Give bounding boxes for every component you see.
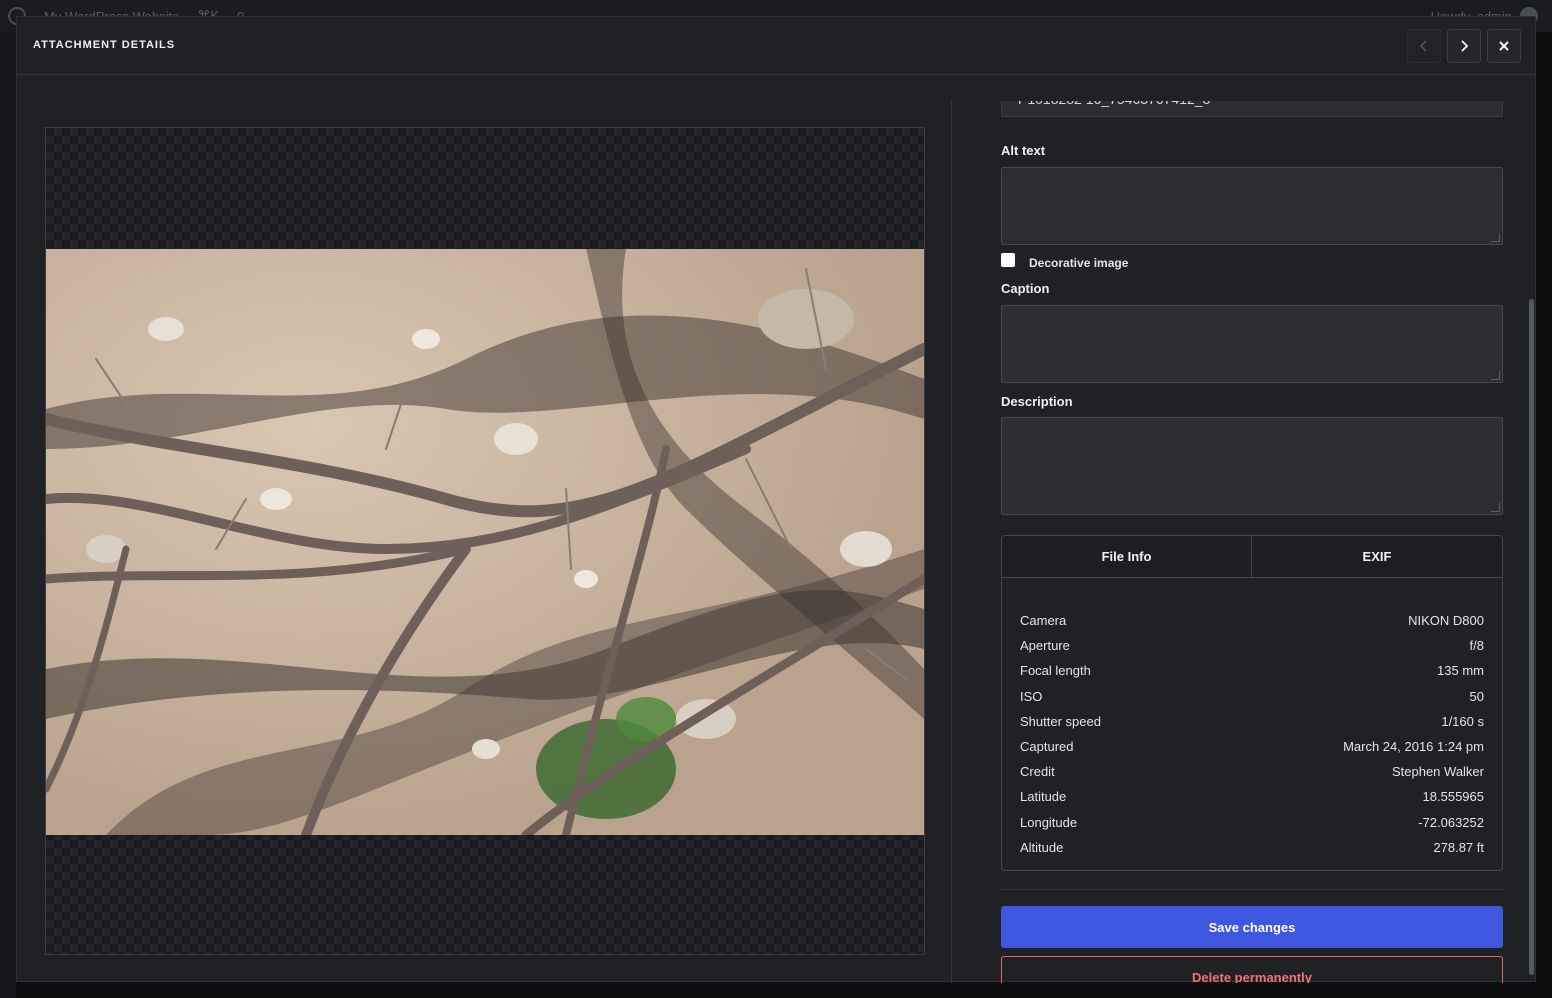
description-field[interactable] (1001, 417, 1503, 515)
previous-button[interactable] (1407, 29, 1441, 63)
resize-handle-icon[interactable] (1491, 503, 1500, 512)
exif-row-credit: Credit Stephen Walker (1020, 759, 1484, 784)
attachment-settings-panel: P1018282 16_75463767412_o Alt text Decor… (1001, 101, 1503, 983)
exif-label: Focal length (1020, 663, 1091, 679)
save-changes-button[interactable]: Save changes (1001, 906, 1503, 948)
exif-value: March 24, 2016 1:24 pm (1343, 739, 1484, 755)
exif-value: 50 (1469, 688, 1484, 704)
modal-header: ATTACHMENT DETAILS (17, 17, 1535, 75)
description-label: Description (1001, 394, 1073, 409)
next-button[interactable] (1447, 29, 1481, 63)
resize-handle-icon[interactable] (1491, 233, 1500, 242)
image-preview (45, 127, 925, 955)
alt-text-label: Alt text (1001, 143, 1046, 158)
exif-label: Altitude (1020, 839, 1064, 855)
close-icon (1499, 41, 1509, 51)
decorative-image-checkbox[interactable] (1001, 253, 1015, 267)
exif-label: Credit (1020, 764, 1055, 780)
chevron-right-icon (1461, 40, 1469, 52)
exif-value: 135 mm (1437, 663, 1484, 679)
exif-row-shutter-speed: Shutter speed 1/160 s (1020, 709, 1484, 734)
exif-label: Captured (1020, 739, 1074, 755)
attachment-details-modal: ATTACHMENT DETAILS Alt text Decorative i… (16, 16, 1536, 983)
tab-exif[interactable]: EXIF (1252, 536, 1502, 578)
exif-label: Shutter speed (1020, 713, 1101, 729)
exif-value: 1/160 s (1441, 713, 1484, 729)
caption-label: Caption (1001, 281, 1050, 296)
resize-handle-icon[interactable] (1491, 371, 1500, 380)
exif-list: Camera NIKON D800 Aperture f/8 Focal lengt… (1020, 608, 1484, 860)
exif-row-focal-length: Focal length 135 mm (1020, 658, 1484, 683)
exif-row-altitude: Altitude 278.87 ft (1020, 835, 1484, 860)
decorative-image-label: Decorative image (1029, 256, 1129, 270)
exif-value: f/8 (1469, 638, 1484, 654)
admin-sidebar (0, 32, 16, 998)
panel-scrollbar[interactable] (1529, 299, 1534, 975)
exif-row-longitude: Longitude -72.063252 (1020, 810, 1484, 835)
delete-permanently-button[interactable]: Delete permanently (1001, 956, 1503, 983)
exif-row-captured: Captured March 24, 2016 1:24 pm (1020, 734, 1484, 759)
exif-value: NIKON D800 (1408, 613, 1484, 629)
exif-value: Stephen Walker (1391, 764, 1484, 780)
exif-row-iso: ISO 50 (1020, 684, 1484, 709)
alt-text-field[interactable] (1001, 167, 1503, 245)
exif-label: Camera (1020, 613, 1067, 629)
panel-divider (951, 101, 952, 983)
exif-row-aperture: Aperture f/8 (1020, 633, 1484, 658)
actions-divider (1001, 889, 1503, 890)
exif-row-camera: Camera NIKON D800 (1020, 608, 1484, 633)
exif-value: 18.555965 (1422, 789, 1484, 805)
exif-label: Aperture (1020, 638, 1070, 654)
tab-file-info[interactable]: File Info (1002, 536, 1252, 578)
exif-label: Latitude (1020, 789, 1067, 805)
close-button[interactable] (1487, 29, 1521, 63)
caption-field[interactable] (1001, 305, 1503, 383)
attachment-image (46, 249, 924, 835)
modal-title: ATTACHMENT DETAILS (33, 39, 176, 51)
file-info-tabs: File Info EXIF Camera NIKON D800 Aperture… (1001, 535, 1503, 871)
title-field[interactable]: P1018282 16_75463767412_o (1001, 101, 1503, 117)
chevron-left-icon (1419, 40, 1427, 52)
exif-value: -72.063252 (1418, 814, 1484, 830)
exif-label: ISO (1020, 688, 1043, 704)
exif-row-latitude: Latitude 18.555965 (1020, 784, 1484, 809)
exif-label: Longitude (1020, 814, 1078, 830)
exif-value: 278.87 ft (1433, 839, 1484, 855)
